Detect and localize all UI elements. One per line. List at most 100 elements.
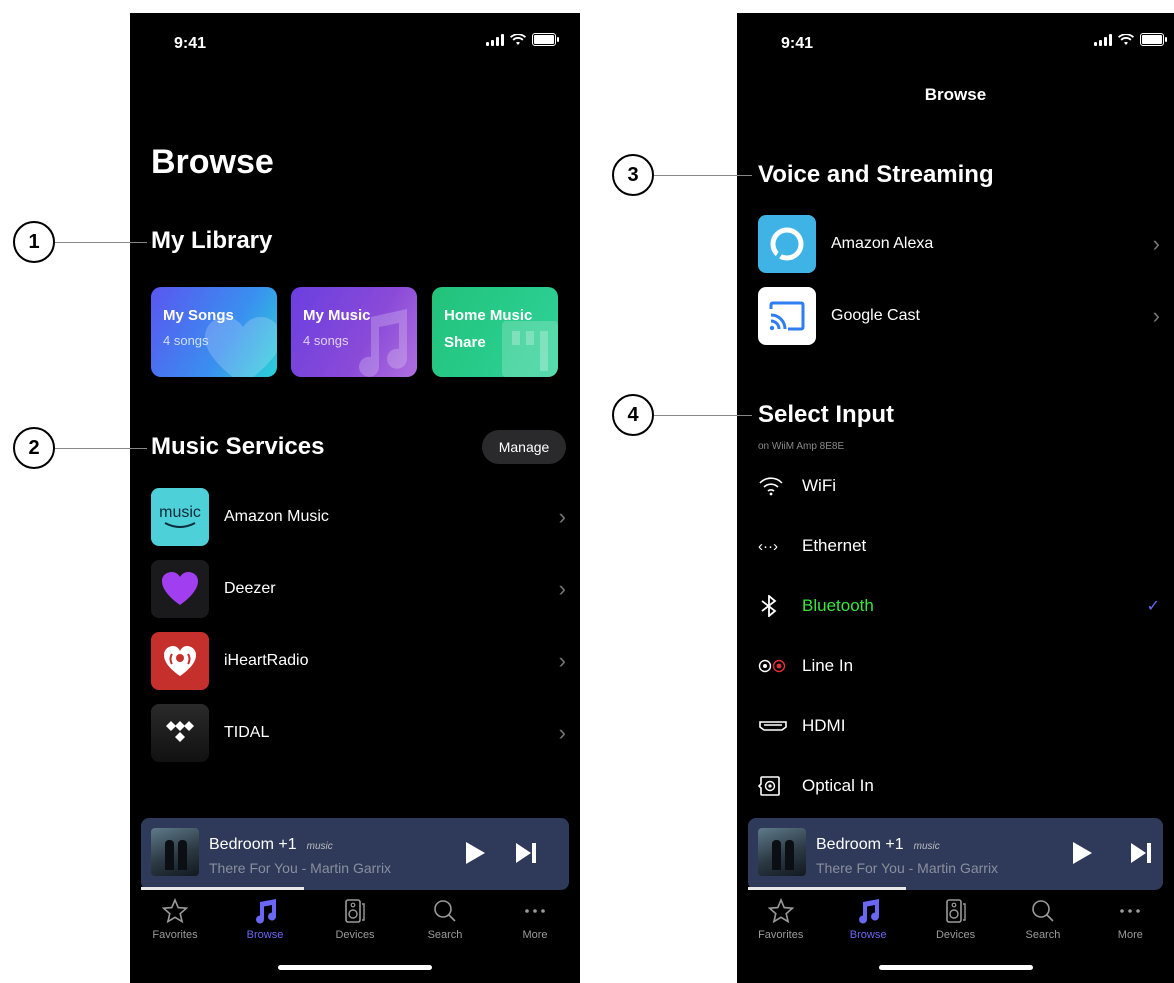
music-note-icon — [256, 899, 277, 924]
tab-more[interactable]: More — [1087, 898, 1174, 948]
next-track-button[interactable] — [1130, 842, 1152, 864]
input-label: Bluetooth — [802, 596, 874, 615]
service-row-amazon-music[interactable]: music Amazon Music › — [151, 487, 566, 547]
callout-line-3 — [654, 175, 752, 176]
tidal-logo — [151, 704, 209, 762]
mini-player[interactable]: Bedroom +1 music There For You - Martin G… — [748, 818, 1163, 890]
tab-search[interactable]: Search — [999, 898, 1086, 948]
tile-title: My Music — [303, 307, 371, 324]
callout-4: 4 — [612, 394, 654, 436]
now-playing-device: Bedroom +1 music — [816, 836, 940, 854]
tab-label: Favorites — [152, 929, 198, 941]
service-row-amazon-alexa[interactable]: Amazon Alexa › — [758, 214, 1160, 274]
tab-bar: Favorites Browse Devices Search More — [130, 898, 580, 948]
album-art — [758, 828, 806, 876]
select-input-device: on WiiM Amp 8E8E — [758, 441, 845, 452]
play-button[interactable] — [1073, 842, 1092, 864]
speaker-icon — [945, 899, 966, 923]
device-name: Bedroom +1 — [209, 836, 297, 853]
chevron-right-icon: › — [1152, 231, 1160, 256]
callout-3: 3 — [612, 154, 654, 196]
alexa-logo — [758, 215, 816, 273]
playback-progress-bar — [748, 887, 906, 890]
now-playing-device: Bedroom +1 music — [209, 836, 333, 854]
tab-browse[interactable]: Browse — [824, 898, 911, 948]
play-button[interactable] — [466, 842, 485, 864]
select-input-heading: Select Input — [758, 401, 895, 428]
status-time: 9:41 — [174, 35, 207, 52]
input-row-ethernet[interactable]: ‹··› Ethernet — [758, 531, 1160, 561]
tab-label: Browse — [246, 929, 284, 941]
header-title: Browse — [924, 85, 987, 104]
next-track-button[interactable] — [515, 842, 537, 864]
my-songs-tile[interactable]: My Songs 4 songs — [151, 287, 277, 377]
chevron-right-icon: › — [558, 648, 566, 673]
page-title: Browse — [151, 143, 274, 181]
bluetooth-icon — [761, 595, 777, 617]
tab-label: Devices — [935, 929, 976, 941]
tab-favorites[interactable]: Favorites — [737, 898, 824, 948]
mini-player[interactable]: Bedroom +1 music There For You - Martin G… — [141, 818, 569, 890]
album-art — [151, 828, 199, 876]
now-playing-track: There For You - Martin Garrix — [209, 860, 392, 876]
input-label: WiFi — [802, 476, 836, 495]
status-icons — [1094, 33, 1167, 46]
home-music-share-tile[interactable]: Home Music Share — [432, 287, 558, 377]
chevron-right-icon: › — [1152, 303, 1160, 328]
input-row-optical-in[interactable]: Optical In — [758, 771, 1160, 801]
more-icon — [525, 909, 545, 913]
chevron-right-icon: › — [558, 720, 566, 745]
input-row-line-in[interactable]: Line In — [758, 651, 1160, 681]
home-indicator — [278, 965, 432, 970]
input-row-wifi[interactable]: WiFi — [758, 471, 1160, 501]
line-in-icon — [758, 659, 786, 673]
tab-more[interactable]: More — [490, 898, 580, 948]
tile-title: My Songs — [163, 307, 234, 324]
tab-search[interactable]: Search — [400, 898, 490, 948]
service-label: iHeartRadio — [224, 652, 309, 669]
wifi-icon — [759, 477, 783, 496]
deezer-heart-logo — [151, 560, 209, 618]
tile-subtitle: 4 songs — [163, 333, 209, 348]
cellular-signal-icon — [486, 33, 504, 46]
service-row-iheartradio[interactable]: iHeartRadio › — [151, 631, 566, 691]
tab-label: Favorites — [758, 929, 804, 941]
browse-screen-right: 9:41 Browse Voice and Streaming Amazon A… — [737, 13, 1174, 983]
callout-line-4 — [654, 415, 752, 416]
music-services-heading: Music Services — [151, 433, 325, 460]
wifi-status-icon — [1118, 33, 1134, 45]
my-music-tile[interactable]: My Music 4 songs — [291, 287, 417, 377]
callout-1: 1 — [13, 221, 55, 263]
search-icon — [1032, 900, 1054, 922]
input-label: Optical In — [802, 776, 874, 795]
service-row-tidal[interactable]: TIDAL › — [151, 703, 566, 763]
tab-label: More — [522, 929, 548, 941]
checkmark-icon: ✓ — [1146, 598, 1160, 615]
tab-devices[interactable]: Devices — [912, 898, 999, 948]
tab-devices[interactable]: Devices — [310, 898, 400, 948]
tab-label: More — [1117, 929, 1143, 941]
callout-line-2 — [55, 448, 147, 449]
input-row-bluetooth[interactable]: Bluetooth ✓ — [758, 591, 1160, 621]
chevron-right-icon: › — [558, 504, 566, 529]
tab-label: Search — [1025, 929, 1061, 941]
tab-bar: Favorites Browse Devices Search More — [737, 898, 1174, 948]
home-indicator — [878, 965, 1033, 970]
tab-label: Search — [427, 929, 463, 941]
manage-button[interactable]: Manage — [482, 430, 566, 464]
heart-icon — [205, 317, 277, 377]
wifi-status-icon — [510, 33, 526, 45]
my-library-heading: My Library — [151, 227, 273, 254]
battery-icon — [532, 33, 559, 46]
status-icons — [486, 33, 559, 46]
input-row-hdmi[interactable]: HDMI — [758, 711, 1160, 741]
speaker-icon — [345, 899, 365, 923]
input-label: Ethernet — [802, 536, 867, 555]
service-row-deezer[interactable]: Deezer › — [151, 559, 566, 619]
search-icon — [434, 900, 456, 922]
amazon-music-logo: music — [151, 488, 209, 546]
tile-subtitle: Share — [444, 334, 486, 351]
service-row-google-cast[interactable]: Google Cast › — [758, 286, 1160, 346]
tab-favorites[interactable]: Favorites — [130, 898, 220, 948]
tab-browse[interactable]: Browse — [220, 898, 310, 948]
